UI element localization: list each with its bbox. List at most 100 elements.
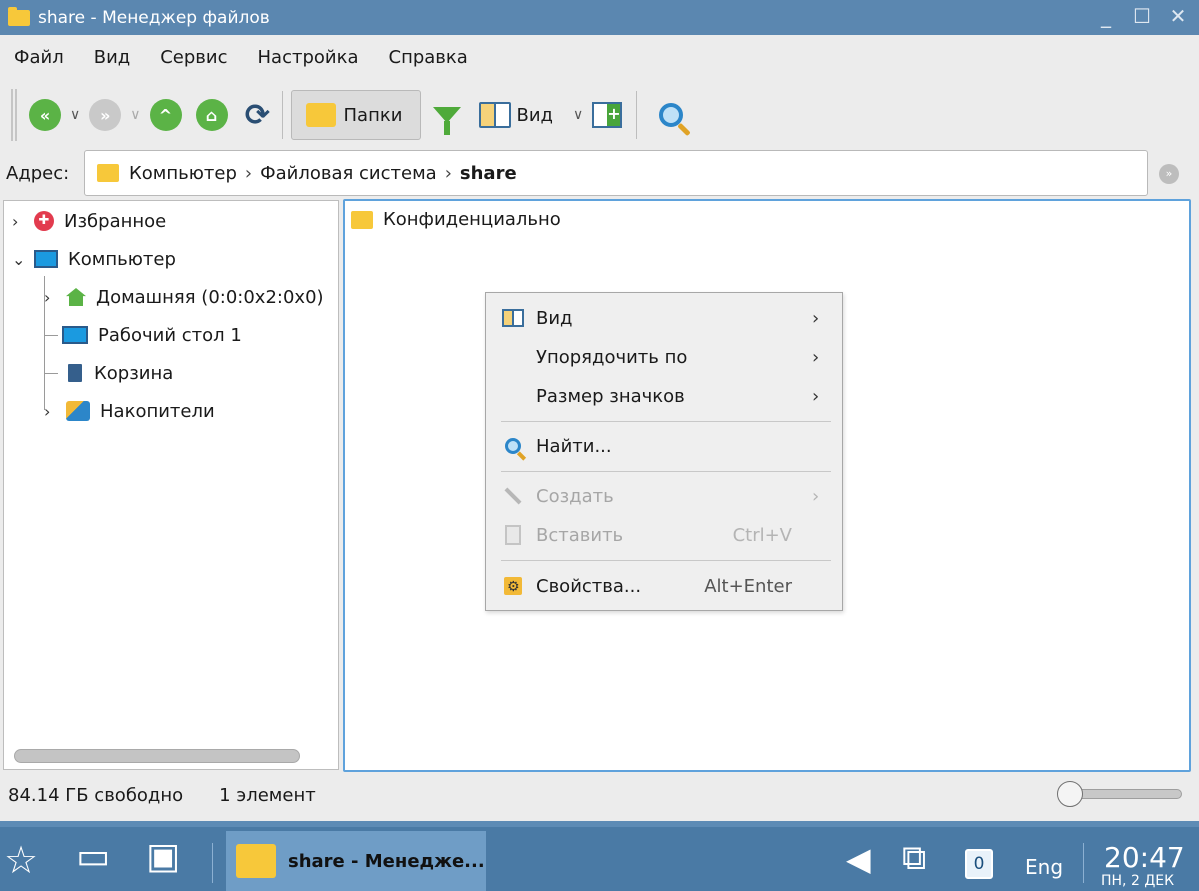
taskbar-window-button[interactable]: share - Менедже... — [226, 831, 486, 891]
home-icon — [66, 288, 86, 306]
address-bar: Адрес: Компьютер › Файловая система › sh… — [0, 150, 1199, 196]
context-item-label: Создать — [536, 485, 614, 507]
view-chevron-icon[interactable]: ∨ — [573, 107, 583, 123]
view-button-label[interactable]: Вид — [517, 105, 554, 126]
expand-icon[interactable]: › — [12, 212, 34, 231]
menu-help[interactable]: Справка — [389, 47, 468, 68]
breadcrumb-computer[interactable]: Компьютер — [129, 163, 237, 184]
clock-time[interactable]: 20:47 — [1104, 841, 1185, 874]
toolbar-grip[interactable] — [11, 89, 17, 141]
window-controls: _ ☐ ✕ — [1095, 4, 1189, 28]
item-count-text: 1 элемент — [219, 784, 316, 806]
menu-settings[interactable]: Настройка — [258, 47, 359, 68]
view-mode-icon[interactable] — [478, 102, 511, 128]
taskbar-separator — [1083, 843, 1084, 883]
breadcrumb-separator-icon: › — [244, 162, 253, 184]
tree-item-trash[interactable]: Корзина — [44, 355, 173, 391]
tree-item-drives[interactable]: › Накопители — [44, 393, 215, 429]
split-panel-icon[interactable]: + — [592, 102, 623, 128]
monitor-icon — [34, 250, 58, 268]
submenu-arrow-icon: › — [812, 485, 820, 507]
context-item-properties[interactable]: Свойства... Alt+Enter — [486, 567, 842, 605]
up-icon[interactable]: ^ — [149, 99, 182, 131]
context-item-label: Свойства... — [536, 575, 642, 597]
home-icon[interactable]: ⌂ — [195, 99, 228, 131]
collapse-icon[interactable]: ⌄ — [12, 250, 34, 269]
folder-icon — [351, 210, 373, 229]
tree-item-desktop[interactable]: Рабочий стол 1 — [44, 317, 242, 353]
tree-item-computer[interactable]: ⌄ Компьютер — [12, 241, 176, 277]
desktop-icon — [62, 326, 88, 344]
expand-icon[interactable]: › — [44, 402, 66, 421]
breadcrumb-share[interactable]: share — [460, 163, 517, 184]
file-item-label: Конфиденциально — [383, 209, 561, 230]
tree-item-label: Корзина — [94, 362, 174, 384]
tree-line — [44, 372, 58, 374]
zoom-slider-handle[interactable] — [1057, 781, 1083, 807]
clock-date[interactable]: ПН, 2 ДЕК — [1101, 873, 1174, 889]
menu-tools[interactable]: Сервис — [160, 47, 227, 68]
menu-file[interactable]: Файл — [14, 47, 64, 68]
tree-item-label: Накопители — [100, 400, 215, 422]
close-button[interactable]: ✕ — [1167, 4, 1189, 28]
address-field[interactable]: Компьютер › Файловая система › share — [84, 150, 1148, 196]
title-bar[interactable]: share - Менеджер файлов _ ☐ ✕ — [0, 0, 1199, 35]
context-item-create[interactable]: Создать › — [486, 477, 842, 515]
properties-icon — [501, 575, 525, 597]
search-icon — [501, 435, 525, 457]
taskbar: ☆ ▭ ▣ share - Менедже... ◀ ⧉ 0 Eng 20:47… — [0, 821, 1199, 891]
breadcrumb-separator-icon: › — [444, 162, 452, 184]
zoom-slider-track[interactable] — [1070, 789, 1182, 799]
window-title: share - Менеджер файлов — [38, 7, 270, 28]
context-item-find[interactable]: Найти... — [486, 427, 842, 465]
submenu-arrow-icon: › — [812, 346, 820, 368]
breadcrumb-filesystem[interactable]: Файловая система — [260, 163, 437, 184]
menu-separator — [501, 421, 831, 422]
context-item-view[interactable]: Вид › — [486, 299, 842, 337]
volume-icon[interactable]: ◀ — [846, 843, 871, 875]
forward-icon[interactable]: » — [89, 99, 122, 131]
desktop-eye-icon[interactable]: ▣ — [146, 839, 180, 875]
context-item-sort-by[interactable]: Упорядочить по › — [486, 338, 842, 376]
back-history-chevron-icon[interactable]: ∨ — [70, 107, 80, 123]
filter-icon[interactable] — [432, 107, 461, 135]
folders-toggle-button[interactable]: Папки — [290, 90, 421, 140]
submenu-arrow-icon: › — [812, 385, 820, 407]
blank-icon — [501, 346, 525, 368]
start-menu-star-icon[interactable]: ☆ — [4, 841, 38, 879]
network-icon[interactable]: ⧉ — [902, 841, 926, 875]
context-item-paste[interactable]: Вставить Ctrl+V — [486, 516, 842, 554]
toolbar-separator — [636, 91, 638, 139]
minimize-button[interactable]: _ — [1095, 4, 1117, 28]
toolbar-separator — [281, 91, 283, 139]
menu-view[interactable]: Вид — [94, 47, 131, 68]
maximize-button[interactable]: ☐ — [1131, 4, 1153, 28]
folder-icon — [305, 103, 336, 127]
toolbar: « ∨ » ∨ ^ ⌂ ⟳ Папки Вид ∨ + — [0, 82, 1199, 148]
heart-icon: ✚ — [34, 211, 54, 231]
search-icon[interactable] — [659, 103, 684, 127]
context-item-label: Размер значков — [536, 385, 685, 407]
desktop-number-indicator[interactable]: 0 — [965, 849, 993, 879]
expand-icon[interactable]: › — [44, 288, 66, 307]
blank-icon — [501, 385, 525, 407]
keyboard-layout-indicator[interactable]: Eng — [1025, 855, 1063, 879]
tree-item-label: Компьютер — [68, 248, 176, 270]
status-bar: 84.14 ГБ свободно 1 элемент — [0, 775, 1199, 815]
magic-wand-icon — [501, 485, 525, 507]
window-switcher-icon[interactable]: ▭ — [76, 839, 110, 875]
context-item-label: Упорядочить по — [536, 346, 688, 368]
clipboard-icon — [501, 524, 525, 546]
tree-item-favorites[interactable]: › ✚ Избранное — [12, 203, 166, 239]
back-icon[interactable]: « — [29, 99, 61, 131]
refresh-icon[interactable]: ⟳ — [242, 98, 274, 133]
horizontal-scrollbar[interactable] — [14, 749, 300, 763]
forward-history-chevron-icon[interactable]: ∨ — [130, 107, 140, 123]
list-item[interactable]: Конфиденциально — [351, 209, 561, 230]
drives-icon — [66, 401, 90, 421]
tree-item-home[interactable]: › Домашняя (0:0:0x2:0x0) — [44, 279, 339, 315]
tree-item-label: Избранное — [64, 210, 167, 232]
go-icon[interactable]: » — [1159, 164, 1179, 184]
context-item-icon-size[interactable]: Размер значков › — [486, 377, 842, 415]
menu-separator — [501, 471, 831, 472]
